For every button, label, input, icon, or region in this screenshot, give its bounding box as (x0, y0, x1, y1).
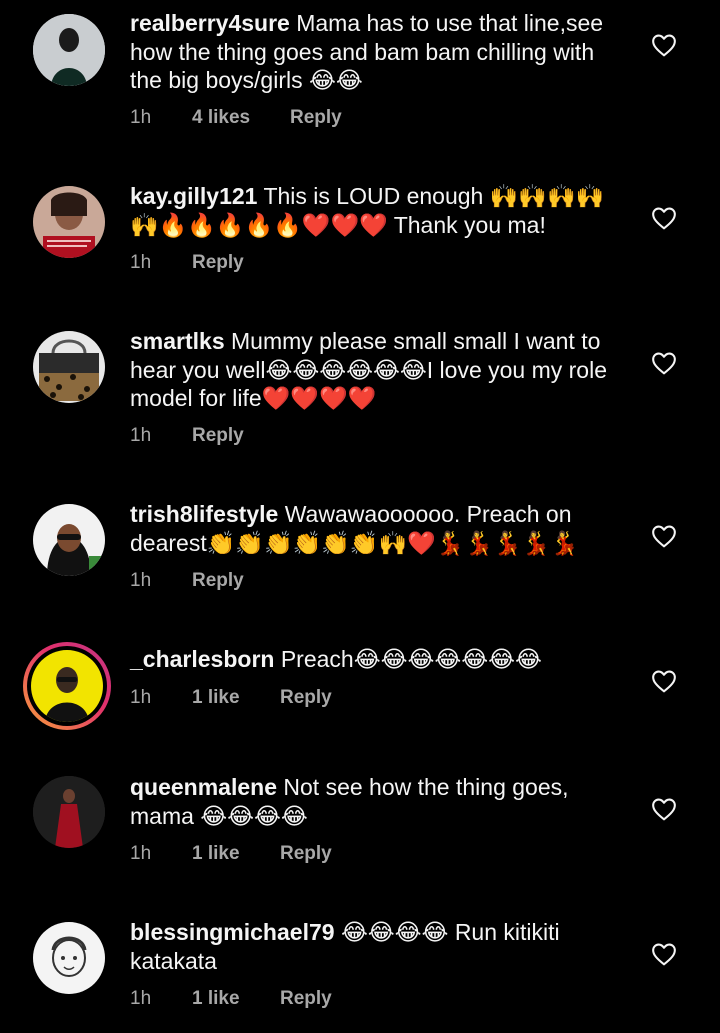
comment-text: realberry4sure Mama has to use that line… (130, 9, 630, 95)
comment-username[interactable]: _charlesborn (130, 646, 274, 672)
heart-outline-icon[interactable] (651, 33, 677, 57)
comment-time: 1h (130, 570, 152, 591)
comment-meta: 1h Reply (130, 570, 244, 592)
reply-button[interactable]: Reply (192, 570, 244, 592)
reply-button[interactable]: Reply (290, 107, 342, 129)
heart-outline-icon[interactable] (651, 351, 677, 375)
comment-username[interactable]: blessingmichael79 (130, 919, 335, 945)
comment-time: 1h (130, 988, 152, 1009)
comment-text: smartlks Mummy please small small I want… (130, 327, 630, 413)
comment-text: _charlesborn Preach😂😂😂😂😂😂😂 (130, 645, 630, 674)
reply-button[interactable]: Reply (192, 425, 244, 447)
comment-text: trish8lifestyle Wawawaoooooo. Preach on … (130, 500, 630, 557)
reply-button[interactable]: Reply (280, 843, 332, 865)
comment-likes[interactable]: 4 likes (192, 107, 290, 129)
avatar[interactable] (33, 776, 105, 848)
avatar[interactable] (33, 922, 105, 994)
comment-time: 1h (130, 843, 152, 864)
comment-meta: 1h Reply (130, 252, 244, 274)
comment-username[interactable]: realberry4sure (130, 10, 290, 36)
heart-outline-icon[interactable] (651, 942, 677, 966)
comment-time: 1h (130, 425, 152, 446)
comment-text: kay.gilly121 This is LOUD enough 🙌🙌🙌🙌🙌🔥🔥… (130, 182, 630, 239)
reply-button[interactable]: Reply (192, 252, 244, 274)
comment-time: 1h (130, 252, 152, 273)
comment-username[interactable]: smartlks (130, 328, 225, 354)
reply-button[interactable]: Reply (280, 988, 332, 1010)
avatar[interactable] (33, 331, 105, 403)
comment-meta: 1h 1 like Reply (130, 988, 332, 1010)
avatar-story-ring[interactable] (23, 642, 111, 730)
comment-username[interactable]: trish8lifestyle (130, 501, 278, 527)
comment-time: 1h (130, 687, 152, 708)
comment-meta: 1h 4 likes Reply (130, 107, 342, 129)
avatar (27, 646, 107, 726)
comment-meta: 1h Reply (130, 425, 244, 447)
comment-text: queenmalene Not see how the thing goes, … (130, 773, 630, 830)
comment-meta: 1h 1 like Reply (130, 687, 332, 709)
comment-username[interactable]: kay.gilly121 (130, 183, 257, 209)
heart-outline-icon[interactable] (651, 524, 677, 548)
reply-button[interactable]: Reply (280, 687, 332, 709)
comment-likes[interactable]: 1 like (192, 988, 280, 1010)
heart-outline-icon[interactable] (651, 669, 677, 693)
comment-likes[interactable]: 1 like (192, 843, 280, 865)
comment-text: blessingmichael79 😂😂😂😂 Run kitikiti kata… (130, 918, 630, 975)
comment-meta: 1h 1 like Reply (130, 843, 332, 865)
comment-username[interactable]: queenmalene (130, 774, 277, 800)
comment-body: Preach😂😂😂😂😂😂😂 (280, 646, 542, 672)
comment-likes[interactable]: 1 like (192, 687, 280, 709)
avatar[interactable] (33, 14, 105, 86)
heart-outline-icon[interactable] (651, 206, 677, 230)
avatar[interactable] (33, 504, 105, 576)
comment-time: 1h (130, 107, 152, 128)
avatar[interactable] (33, 186, 105, 258)
heart-outline-icon[interactable] (651, 797, 677, 821)
